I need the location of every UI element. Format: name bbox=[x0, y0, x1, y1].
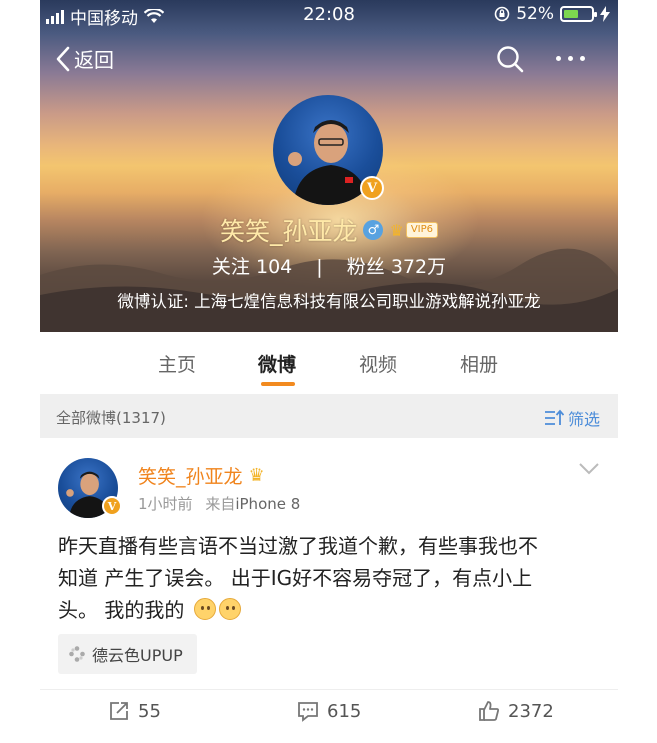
back-button[interactable]: 返回 bbox=[56, 44, 114, 73]
like-button[interactable]: 2372 bbox=[478, 700, 554, 722]
post-source: iPhone 8 bbox=[235, 495, 301, 513]
vip-level-label: VIP6 bbox=[405, 222, 439, 238]
post-author-row: 笑笑_孙亚龙 ♛ bbox=[138, 462, 265, 489]
search-icon[interactable] bbox=[495, 44, 525, 74]
crown-icon: ♛ bbox=[389, 220, 404, 240]
filter-bar: 全部微博(1317) 筛选 bbox=[40, 394, 618, 438]
following-count: 104 bbox=[255, 256, 293, 278]
chevron-left-icon bbox=[56, 46, 70, 71]
post-text: 昨天直播有些言语不当过激了我道个歉，有些事我也不 知道 产生了误会。 出于IG好… bbox=[58, 530, 606, 626]
mountain-silhouette bbox=[40, 248, 618, 332]
post-count-label: 全部微博(1317) bbox=[56, 409, 166, 427]
followers-count: 372万 bbox=[390, 256, 447, 278]
comment-icon bbox=[298, 702, 318, 722]
follow-stats: 关注 104 | 粉丝 372万 bbox=[40, 252, 618, 279]
location-tag[interactable]: 德云色UPUP bbox=[58, 634, 197, 674]
male-gender-icon: ♂ bbox=[363, 220, 384, 240]
post-time: 1小时前 bbox=[138, 495, 193, 513]
battery-percent: 52% bbox=[516, 4, 554, 24]
post-text-line: 头。 我的我的 bbox=[58, 598, 185, 622]
stat-divider: | bbox=[316, 256, 323, 278]
more-options-icon[interactable] bbox=[556, 56, 585, 61]
profile-name: 笑笑_孙亚龙 bbox=[219, 217, 358, 246]
profile-name-row: 笑笑_孙亚龙 ♂ ♛ VIP6 bbox=[40, 212, 618, 248]
following-stat[interactable]: 关注 104 bbox=[212, 256, 292, 278]
vip-badge[interactable]: ♛ VIP6 bbox=[389, 220, 439, 240]
back-label: 返回 bbox=[74, 48, 114, 72]
tab-album[interactable]: 相册 bbox=[460, 350, 498, 377]
repost-button[interactable]: 55 bbox=[108, 700, 161, 722]
post-meta: 1小时前 来自iPhone 8 bbox=[138, 493, 300, 514]
filter-label: 筛选 bbox=[567, 410, 600, 429]
tab-video[interactable]: 视频 bbox=[359, 350, 397, 377]
filter-icon bbox=[544, 409, 564, 425]
verification-text: 微博认证: 上海七煌信息科技有限公司职业游戏解说孙亚龙 bbox=[117, 292, 541, 311]
sad-face-emoji-icon bbox=[218, 598, 241, 620]
crown-icon: ♛ bbox=[248, 465, 265, 486]
active-tab-indicator bbox=[261, 382, 295, 386]
tab-home[interactable]: 主页 bbox=[158, 350, 196, 377]
comment-button[interactable]: 615 bbox=[297, 700, 361, 722]
comment-count: 615 bbox=[327, 700, 362, 722]
followers-label: 粉丝 bbox=[346, 256, 385, 278]
verified-badge-icon: V bbox=[102, 496, 122, 516]
battery-icon bbox=[560, 6, 597, 22]
orientation-lock-icon bbox=[494, 6, 510, 22]
like-count: 2372 bbox=[508, 700, 554, 722]
post-text-line: 知道 产生了误会。 出于IG好不容易夺冠了，有点小上 bbox=[58, 566, 533, 590]
thumbs-up-icon bbox=[479, 701, 500, 721]
post-text-line-last: 头。 我的我的 bbox=[58, 594, 606, 626]
phone-screen: 中国移动 22:08 52% 返回 V 笑笑_孙亚龙 ♂ ♛ VIP6 关注 1… bbox=[40, 0, 618, 743]
post-text-line: 昨天直播有些言语不当过激了我道个歉，有些事我也不 bbox=[58, 534, 538, 558]
tab-weibo[interactable]: 微博 bbox=[258, 350, 296, 377]
post-actions: 55 615 2372 bbox=[40, 690, 618, 740]
location-label: 德云色UPUP bbox=[92, 646, 183, 665]
profile-tabs: 主页 微博 视频 相册 bbox=[40, 332, 618, 394]
repost-count: 55 bbox=[138, 700, 161, 722]
filter-button[interactable]: 筛选 bbox=[544, 406, 600, 430]
status-bar: 中国移动 22:08 52% bbox=[40, 0, 618, 30]
profile-header: 中国移动 22:08 52% 返回 V 笑笑_孙亚龙 ♂ ♛ VIP6 关注 1… bbox=[40, 0, 618, 332]
charging-bolt-icon bbox=[600, 6, 610, 22]
post-source-prefix: 来自 bbox=[205, 495, 236, 513]
chevron-down-icon[interactable] bbox=[578, 462, 600, 476]
verified-badge-icon: V bbox=[360, 176, 384, 200]
following-label: 关注 bbox=[211, 256, 250, 278]
weibo-post: V 笑笑_孙亚龙 ♛ 1小时前 来自iPhone 8 昨天直播有些言语不当过激了… bbox=[40, 438, 618, 743]
sad-face-emoji-icon bbox=[193, 598, 216, 620]
pinwheel-icon bbox=[69, 646, 85, 662]
post-author-name[interactable]: 笑笑_孙亚龙 bbox=[138, 462, 243, 489]
share-icon bbox=[110, 702, 128, 720]
followers-stat[interactable]: 粉丝 372万 bbox=[347, 256, 446, 278]
